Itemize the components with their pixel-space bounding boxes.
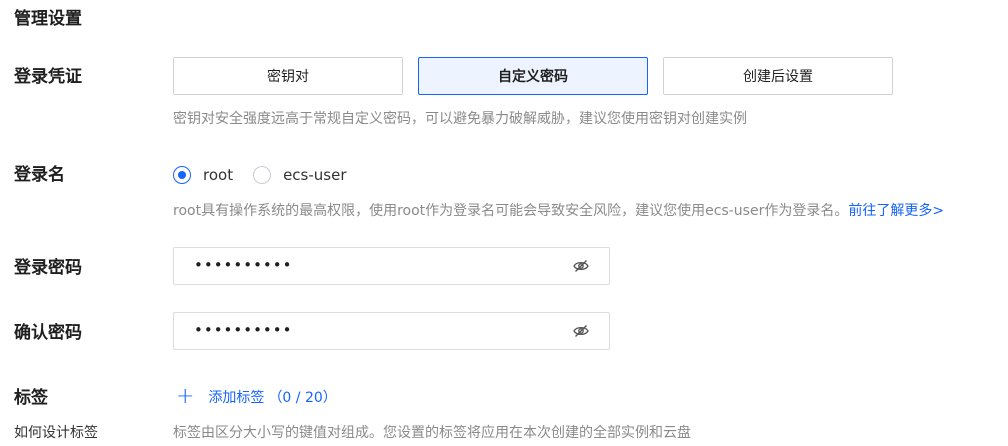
login-name-radio-group: root ecs-user xyxy=(173,163,367,187)
credential-label: 登录凭证 xyxy=(14,67,82,87)
login-name-help-text: root具有操作系统的最高权限，使用root作为登录名可能会导致安全风险，建议您… xyxy=(173,203,849,219)
eye-slash-icon[interactable] xyxy=(573,324,589,338)
credential-option-set-later[interactable]: 创建后设置 xyxy=(663,57,893,95)
password-label: 登录密码 xyxy=(14,258,82,278)
plus-icon: + xyxy=(176,384,195,409)
radio-root-indicator[interactable] xyxy=(173,166,191,184)
radio-ecs-user[interactable]: ecs-user xyxy=(253,166,347,184)
tag-design-link[interactable]: 如何设计标签 xyxy=(14,423,98,443)
confirm-password-label: 确认密码 xyxy=(14,323,82,343)
password-value: •••••••••• xyxy=(194,256,293,274)
login-name-label: 登录名 xyxy=(14,165,65,185)
confirm-password-value: •••••••••• xyxy=(194,321,293,339)
login-name-help: root具有操作系统的最高权限，使用root作为登录名可能会导致安全风险，建议您… xyxy=(173,201,944,221)
add-tag-label: 添加标签 xyxy=(208,390,265,406)
radio-ecs-user-indicator[interactable] xyxy=(253,166,272,184)
radio-ecs-user-label: ecs-user xyxy=(283,166,347,184)
confirm-password-input[interactable]: •••••••••• xyxy=(173,312,610,350)
password-input[interactable]: •••••••••• xyxy=(173,247,610,285)
credential-option-keypair[interactable]: 密钥对 xyxy=(173,57,403,95)
eye-slash-icon[interactable] xyxy=(573,259,589,273)
add-tag-button[interactable]: + 添加标签 （0 / 20） xyxy=(176,384,337,409)
tag-count: （0 / 20） xyxy=(268,390,337,406)
radio-root[interactable]: root xyxy=(173,166,233,184)
section-title: 管理设置 xyxy=(14,9,82,29)
credential-option-custom-password[interactable]: 自定义密码 xyxy=(418,57,648,95)
credential-help-text: 密钥对安全强度远高于常规自定义密码，可以避免暴力破解威胁，建议您使用密钥对创建实… xyxy=(173,111,747,127)
tags-help-text: 标签由区分大小写的键值对组成。您设置的标签将应用在本次创建的全部实例和云盘 xyxy=(173,425,691,441)
tags-label: 标签 xyxy=(14,388,48,408)
learn-more-link[interactable]: 前往了解更多> xyxy=(848,203,944,219)
radio-root-label: root xyxy=(203,166,234,184)
